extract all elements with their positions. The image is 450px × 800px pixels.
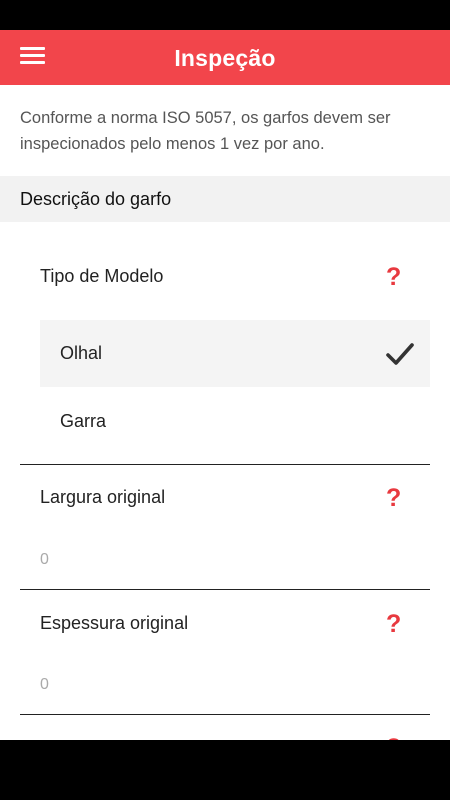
- status-bar: [0, 0, 450, 30]
- option-garra[interactable]: Garra: [40, 388, 430, 455]
- option-label: Garra: [60, 411, 107, 431]
- app-bar: Inspeção: [0, 30, 450, 85]
- divider: [20, 464, 430, 465]
- help-icon[interactable]: ?: [386, 612, 401, 637]
- largura-original-input[interactable]: [40, 545, 420, 575]
- intro-text: Conforme a norma ISO 5057, os garfos dev…: [20, 109, 391, 153]
- navigation-bar: [0, 740, 450, 800]
- espessura-original-label: Espessura original: [40, 613, 189, 633]
- largura-original-label: Largura original: [40, 487, 166, 507]
- tipo-modelo-label: Tipo de Modelo: [40, 266, 164, 286]
- inspection-form: Conforme a norma ISO 5057, os garfos dev…: [0, 85, 450, 740]
- help-icon[interactable]: ?: [386, 486, 401, 511]
- section-header: Descrição do garfo: [0, 176, 450, 222]
- help-icon[interactable]: ?: [386, 265, 401, 290]
- hamburger-menu-icon[interactable]: [20, 47, 46, 67]
- divider: [20, 589, 430, 590]
- section-title: Descrição do garfo: [20, 188, 172, 209]
- divider: [20, 714, 430, 715]
- page-title: Inspeção: [174, 45, 276, 71]
- checkmark-icon: [386, 343, 414, 365]
- espessura-original-input[interactable]: [40, 670, 420, 700]
- option-label: Olhal: [60, 343, 103, 363]
- option-olhal[interactable]: Olhal: [40, 320, 430, 387]
